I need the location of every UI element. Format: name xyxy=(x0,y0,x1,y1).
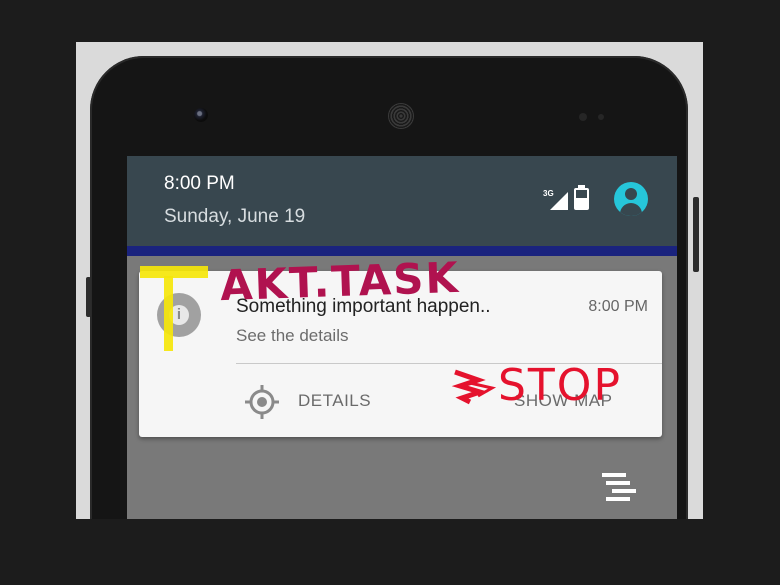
clear-all-icon[interactable] xyxy=(602,473,646,501)
date[interactable]: Sunday, June 19 xyxy=(164,206,305,228)
app-icon: i xyxy=(157,293,201,337)
earpiece-speaker xyxy=(388,103,414,129)
phone-body: 8:00 PM Sunday, June 19 3G i Something i… xyxy=(90,56,688,519)
notification-title: Something important happen.. xyxy=(236,296,491,317)
phone-screen: 8:00 PM Sunday, June 19 3G i Something i… xyxy=(127,156,677,519)
light-sensor xyxy=(598,114,604,120)
signal-icon xyxy=(550,192,568,210)
details-button[interactable]: DETAILS xyxy=(298,391,371,411)
user-avatar-icon[interactable] xyxy=(614,182,648,216)
front-camera xyxy=(194,108,208,122)
volume-button xyxy=(86,277,91,317)
proximity-sensor xyxy=(579,113,587,121)
notification-text: See the details xyxy=(236,326,349,345)
notification-time: 8:00 PM xyxy=(588,298,648,315)
side-button xyxy=(693,197,699,272)
show-map-button[interactable]: SHOW MAP xyxy=(514,391,612,411)
quick-settings-header[interactable]: 8:00 PM Sunday, June 19 3G xyxy=(127,156,677,246)
screenshot-frame: 8:00 PM Sunday, June 19 3G i Something i… xyxy=(76,42,703,519)
clock: 8:00 PM xyxy=(164,173,235,194)
notification-card[interactable]: i Something important happen.. 8:00 PM S… xyxy=(139,271,662,437)
battery-icon xyxy=(574,185,589,210)
location-target-icon[interactable] xyxy=(244,384,280,420)
header-strip xyxy=(127,246,677,256)
divider xyxy=(236,363,662,364)
info-icon: i xyxy=(169,305,189,325)
